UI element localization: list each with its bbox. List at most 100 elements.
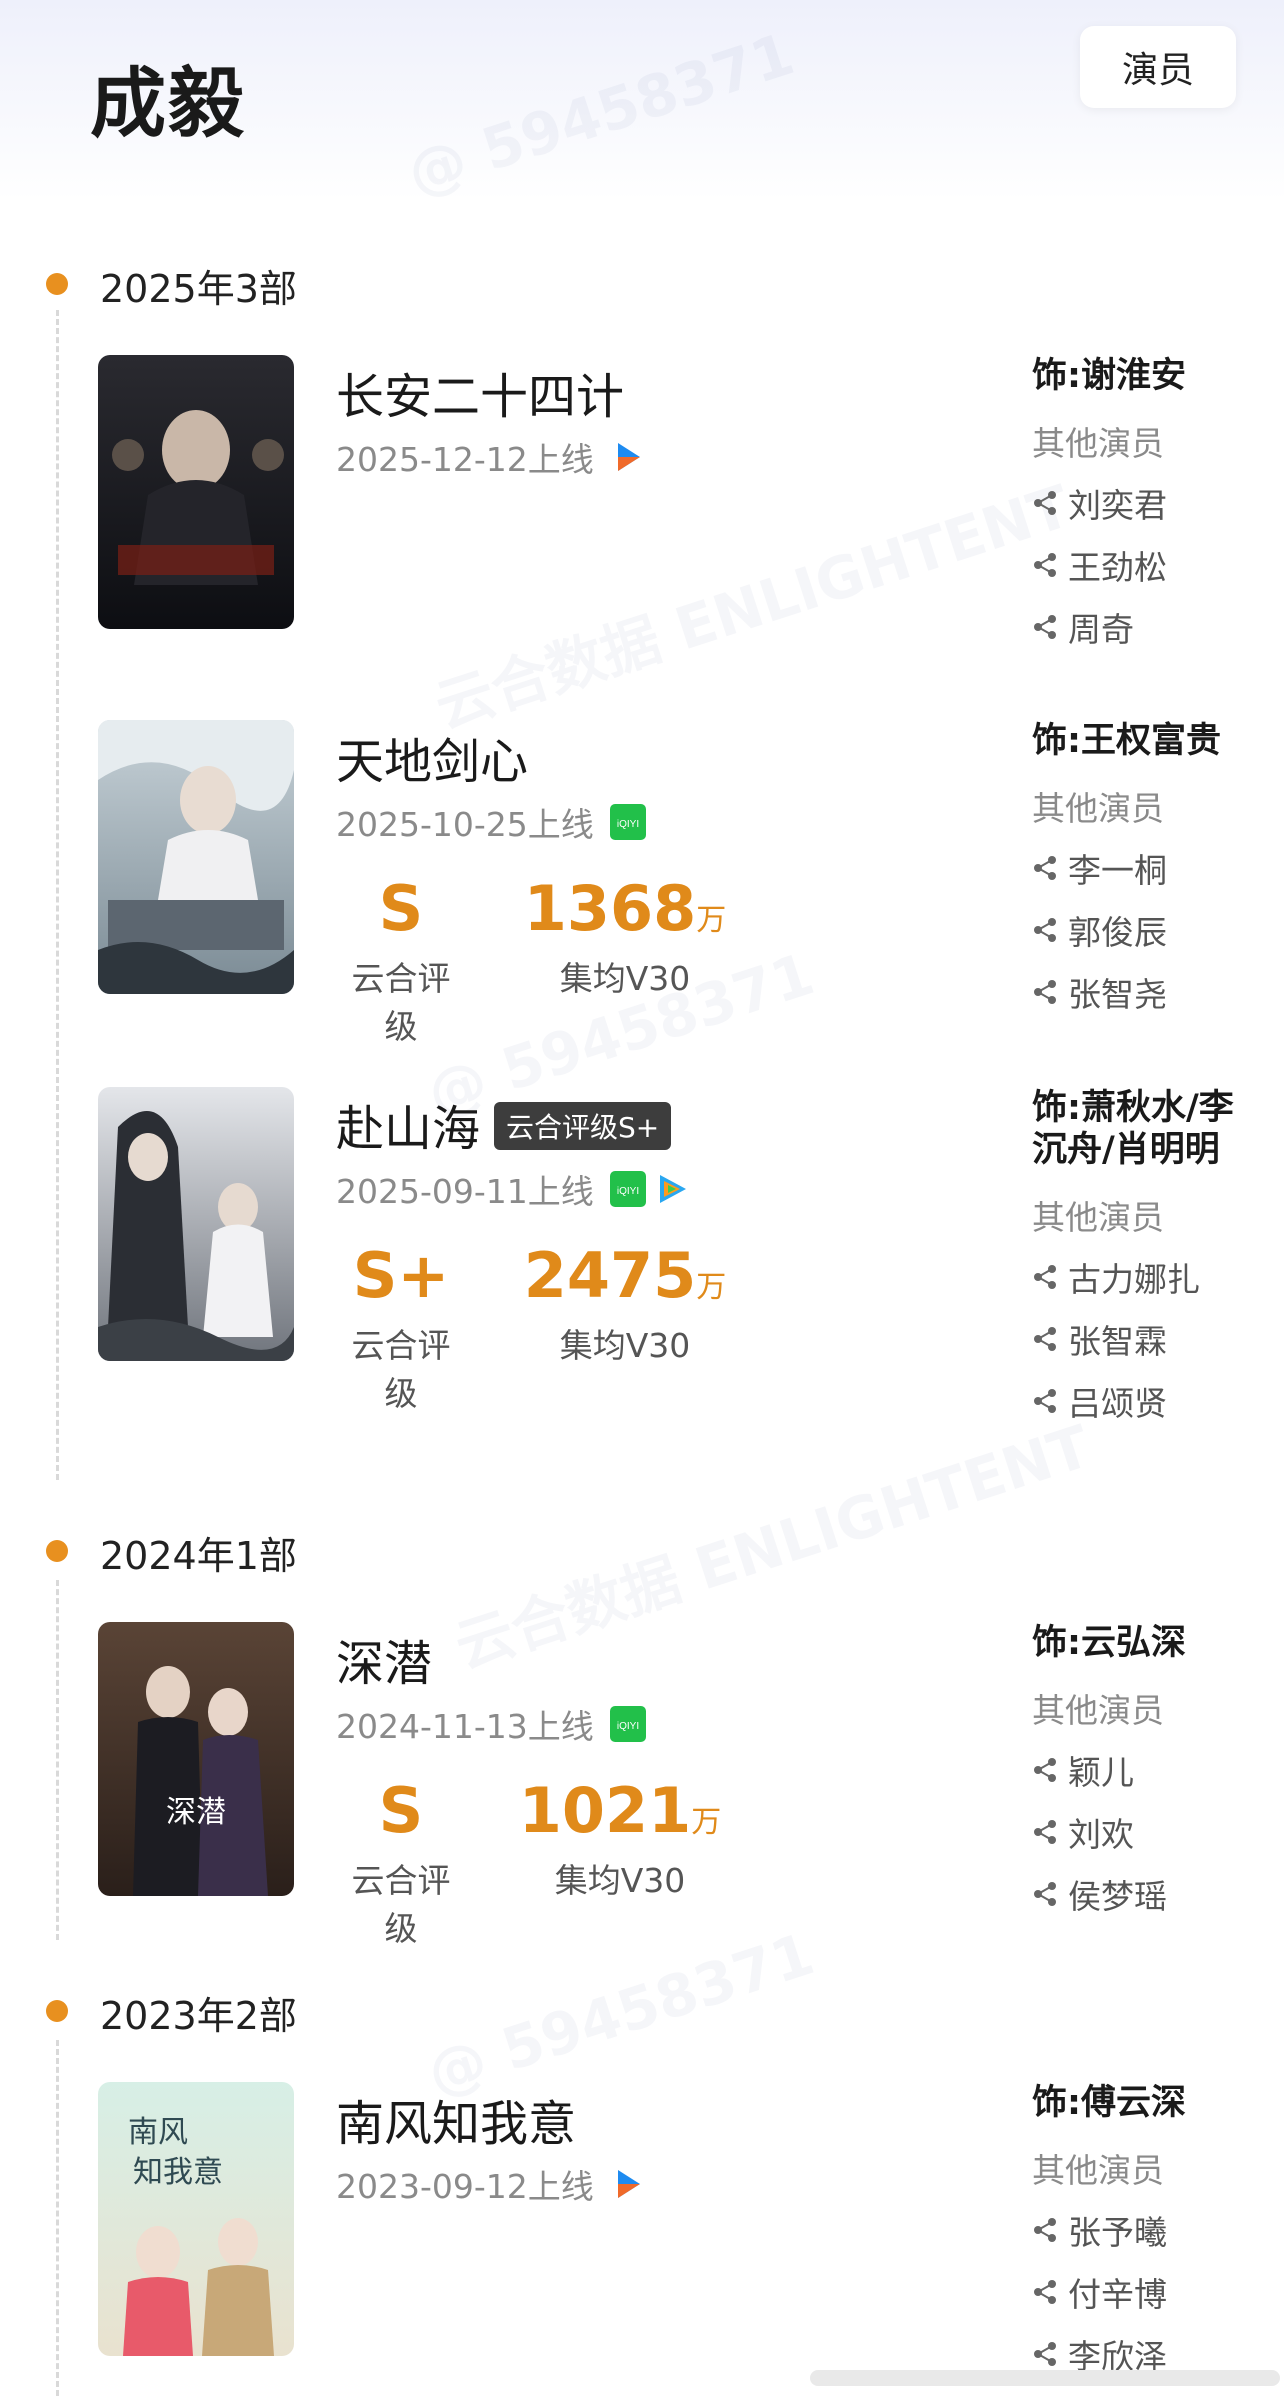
share-icon: [1034, 553, 1056, 577]
cast-column: 饰:萧秋水/李沉舟/肖明明 其他演员 古力娜扎 张智霖 吕颂贤: [1032, 1087, 1262, 1425]
views-unit: 万: [696, 1270, 727, 1305]
rating-metric: S 云合评级: [336, 878, 466, 1048]
rating-value: S+: [352, 1239, 450, 1312]
release-date: 2024-11-13上线: [336, 1707, 594, 1746]
timeline-line: [56, 1580, 59, 1940]
tencent-video-icon: [654, 1171, 690, 1207]
cast-item[interactable]: 刘欢: [1032, 1808, 1262, 1856]
cast-item[interactable]: 刘奕君: [1032, 479, 1262, 527]
cast-item[interactable]: 吕颂贤: [1032, 1377, 1262, 1425]
poster-image[interactable]: 南风 知我意: [98, 2082, 294, 2356]
release-date-row: 2025-10-25上线 iQIYI: [336, 798, 646, 846]
drama-title[interactable]: 赴山海 云合评级S+: [336, 1089, 672, 1159]
share-icon: [1034, 1882, 1056, 1906]
rating-metric: S+ 云合评级: [336, 1245, 466, 1415]
drama-title[interactable]: 深潜: [336, 1624, 432, 1694]
other-cast-label: 其他演员: [1032, 789, 1164, 828]
rating-label: 云合评级: [351, 1861, 451, 1948]
other-cast-label: 其他演员: [1032, 2151, 1164, 2190]
views-unit: 万: [696, 903, 727, 938]
views-metric: 1021万 集均V30: [515, 1780, 725, 1902]
cast-item[interactable]: 张智尧: [1032, 968, 1262, 1016]
drama-title[interactable]: 南风知我意: [336, 2084, 576, 2154]
poster-image[interactable]: [98, 720, 294, 994]
role-name: 饰:云弘深: [1032, 1623, 1186, 1663]
drama-title[interactable]: 天地剑心: [336, 722, 528, 792]
timeline-dot: [46, 2000, 68, 2022]
share-icon: [1034, 2342, 1056, 2366]
views-label: 集均V30: [559, 959, 691, 998]
cast-item[interactable]: 侯梦瑶: [1032, 1870, 1262, 1918]
views-label: 集均V30: [559, 1326, 691, 1365]
cast-item[interactable]: 郭俊辰: [1032, 906, 1262, 954]
cast-item[interactable]: 张予曦: [1032, 2206, 1262, 2254]
timeline-dot: [46, 273, 68, 295]
watermark-brand: 云合数据 ENLIGHTENT: [447, 1412, 1099, 1682]
svg-text:iQIYI: iQIYI: [617, 1721, 639, 1732]
cast-item[interactable]: 王劲松: [1032, 541, 1262, 589]
views-unit: 万: [691, 1805, 722, 1840]
cast-column: 饰:傅云深 其他演员 张予曦 付辛博 李欣泽: [1032, 2082, 1262, 2378]
role-button[interactable]: 演员: [1080, 26, 1236, 108]
poster-image[interactable]: 深潜: [98, 1622, 294, 1896]
timeline-line: [56, 310, 59, 1480]
cast-item[interactable]: 颖儿: [1032, 1746, 1262, 1794]
release-date-row: 2025-09-11上线 iQIYI: [336, 1165, 690, 1213]
youku-icon: [610, 439, 646, 475]
page-title: 成毅: [90, 59, 246, 148]
rating-label: 云合评级: [351, 959, 451, 1046]
year-label: 2023年2部: [100, 1994, 297, 2038]
share-icon: [1034, 1327, 1056, 1351]
poster-image[interactable]: [98, 355, 294, 629]
bottom-scroll-indicator: [810, 2370, 1280, 2386]
watermark-user-id: @ 59458371: [419, 1919, 822, 2109]
cast-item[interactable]: 周奇: [1032, 603, 1262, 651]
views-value: 1368: [523, 872, 697, 945]
role-name: 饰:傅云深: [1032, 2083, 1186, 2123]
cast-item[interactable]: 张智霖: [1032, 1315, 1262, 1363]
svg-text:深潜: 深潜: [166, 1795, 226, 1830]
drama-title[interactable]: 长安二十四计: [336, 357, 624, 427]
poster-image[interactable]: [98, 1087, 294, 1361]
year-label: 2025年3部: [100, 267, 297, 311]
cast-item[interactable]: 付辛博: [1032, 2268, 1262, 2316]
cast-item[interactable]: 李一桐: [1032, 844, 1262, 892]
rating-metric: S 云合评级: [336, 1780, 466, 1950]
share-icon: [1034, 1265, 1056, 1289]
other-cast-label: 其他演员: [1032, 1691, 1164, 1730]
views-value: 2475: [523, 1239, 697, 1312]
share-icon: [1034, 2218, 1056, 2242]
views-metric: 2475万 集均V30: [520, 1245, 730, 1367]
share-icon: [1034, 856, 1056, 880]
role-name: 饰:王权富贵: [1032, 721, 1221, 761]
rating-badge: 云合评级S+: [494, 1102, 672, 1150]
svg-text:南风: 南风: [128, 2115, 188, 2150]
release-date: 2023-09-12上线: [336, 2167, 594, 2206]
share-icon: [1034, 918, 1056, 942]
release-date-row: 2023-09-12上线: [336, 2160, 646, 2208]
page-header: 成毅 演员: [0, 0, 1284, 170]
svg-text:知我意: 知我意: [133, 2155, 223, 2190]
views-label: 集均V30: [554, 1861, 686, 1900]
share-icon: [1034, 615, 1056, 639]
rating-label: 云合评级: [351, 1326, 451, 1413]
iqiyi-icon: iQIYI: [609, 804, 646, 840]
share-icon: [1034, 2280, 1056, 2304]
share-icon: [1034, 1389, 1056, 1413]
share-icon: [1034, 1758, 1056, 1782]
share-icon: [1034, 491, 1056, 515]
year-label: 2024年1部: [100, 1534, 297, 1578]
cast-column: 饰:云弘深 其他演员 颖儿 刘欢 侯梦瑶: [1032, 1622, 1262, 1918]
rating-value: S: [378, 872, 424, 945]
iqiyi-icon: iQIYI: [609, 1171, 646, 1207]
cast-item[interactable]: 古力娜扎: [1032, 1253, 1262, 1301]
role-name: 饰:萧秋水/李沉舟/肖明明: [1032, 1088, 1234, 1170]
cast-column: 饰:王权富贵 其他演员 李一桐 郭俊辰 张智尧: [1032, 720, 1262, 1016]
cast-column: 饰:谢淮安 其他演员 刘奕君 王劲松 周奇: [1032, 355, 1262, 651]
share-icon: [1034, 980, 1056, 1004]
svg-text:iQIYI: iQIYI: [617, 1186, 639, 1197]
iqiyi-icon: iQIYI: [609, 1706, 646, 1742]
release-date: 2025-10-25上线: [336, 805, 594, 844]
other-cast-label: 其他演员: [1032, 1198, 1164, 1237]
timeline-dot: [46, 1540, 68, 1562]
